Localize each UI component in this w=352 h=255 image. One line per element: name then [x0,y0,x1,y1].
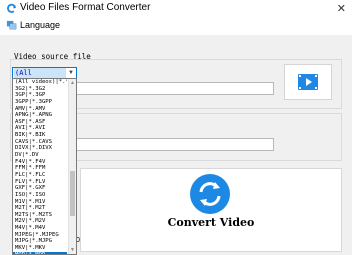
format-option[interactable]: 3GPP|*.3GPP [13,99,67,106]
video-play-icon [298,74,318,90]
format-option[interactable]: M2T|*.M2T [13,205,67,212]
format-option[interactable]: FFM|*.FFM [13,165,67,172]
format-dropdown-list[interactable]: (All videos)|*.* 3G2|*.3G2 3GP|*.3GP 3GPP|*… [12,78,77,255]
format-option[interactable]: MOD|*.MOD [13,251,67,254]
format-option[interactable]: MJPG|*.MJPG [13,238,67,245]
source-path-field[interactable] [74,82,274,95]
format-option[interactable]: ISO|*.ISO [13,192,67,199]
format-option[interactable]: GXF|*.GXF [13,185,67,192]
format-option[interactable]: BIK|*.BIK [13,132,67,139]
scroll-up-icon[interactable]: ▲ [70,80,75,86]
format-option[interactable]: (All videos)|*.* [13,79,67,86]
format-option[interactable]: APNG|*.APNG [13,112,67,119]
format-option[interactable]: AMV|*.AMV [13,106,67,113]
title-bar: Video Files Format Converter ✕ [0,0,352,17]
convert-refresh-icon [190,174,230,214]
dropdown-scrollbar[interactable]: ▲ ▼ [68,79,76,254]
menu-bar: Language [0,17,352,35]
format-option[interactable]: MKV|*.MKV [13,245,67,252]
format-option[interactable]: FLC|*.FLC [13,172,67,179]
output-path-field[interactable] [74,138,274,151]
app-refresh-icon [7,3,17,13]
scroll-thumb[interactable] [70,171,75,216]
format-option[interactable]: M2V|*.M2V [13,218,67,225]
format-option[interactable]: MJPEG|*.MJPEG [13,232,67,239]
format-option[interactable]: M4V|*.M4V [13,225,67,232]
format-option[interactable]: DIVX|*.DIVX [13,145,67,152]
menu-language[interactable]: Language [20,20,60,30]
chevron-down-icon[interactable]: ▼ [65,68,76,78]
convert-video-label: Convert Video [167,216,255,229]
convert-video-button[interactable]: Convert Video [80,168,342,252]
format-option[interactable]: CAVS|*.CAVS [13,139,67,146]
format-option[interactable]: M1V|*.M1V [13,199,67,206]
format-option[interactable]: AVI|*.AVI [13,125,67,132]
close-icon[interactable]: ✕ [337,2,346,15]
scroll-down-icon[interactable]: ▼ [70,247,75,253]
format-options: (All videos)|*.* 3G2|*.3G2 3GP|*.3GP 3GPP|*… [13,79,67,254]
format-option[interactable]: F4V|*.F4V [13,159,67,166]
format-option[interactable]: M2TS|*.M2TS [13,212,67,219]
format-option[interactable]: DV|*.DV [13,152,67,159]
format-option[interactable]: 3GP|*.3GP [13,92,67,99]
format-option[interactable]: 3G2|*.3G2 [13,86,67,93]
format-option[interactable]: ASF|*.ASF [13,119,67,126]
format-option[interactable]: FLV|*.FLV [13,179,67,186]
window-title: Video Files Format Converter [20,2,151,13]
language-icon [6,20,17,30]
browse-video-button[interactable] [284,64,332,100]
